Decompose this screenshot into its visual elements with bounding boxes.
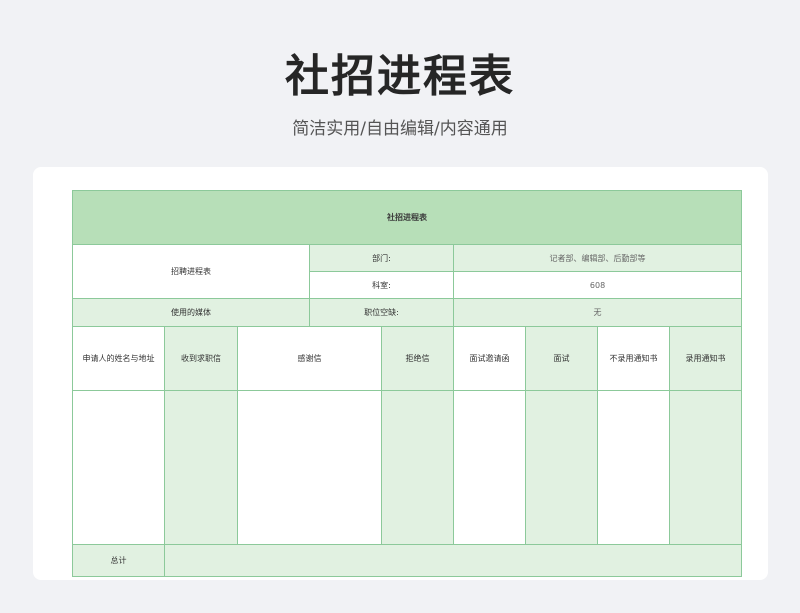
media-label-cell[interactable]: 使用的媒体	[72, 298, 310, 327]
data-cell-rejection[interactable]	[381, 390, 454, 545]
column-header-interview-invite[interactable]: 面试邀请函	[453, 326, 526, 391]
vacancy-label-cell[interactable]: 职位空缺:	[309, 298, 454, 327]
recruit-label-cell[interactable]: 招聘进程表	[72, 244, 310, 299]
column-header-thanks[interactable]: 感谢信	[237, 326, 382, 391]
recruitment-sheet: 社招进程表 招聘进程表 部门: 记者部、编辑部、后勤部等 科室: 608 使用的…	[71, 190, 743, 577]
room-value-cell[interactable]: 608	[452, 271, 743, 299]
dept-value-cell[interactable]: 记者部、编辑部、后勤部等	[452, 244, 743, 272]
column-header-no-hire[interactable]: 不录用通知书	[597, 326, 670, 391]
data-cell-interview-invite[interactable]	[453, 390, 526, 545]
data-cell-interview[interactable]	[525, 390, 598, 545]
sheet-title[interactable]: 社招进程表	[71, 190, 743, 245]
page-title: 社招进程表	[285, 51, 515, 102]
data-cell-hire[interactable]	[668, 390, 743, 545]
column-header-interview[interactable]: 面试	[525, 326, 598, 391]
total-label-cell[interactable]: 总计	[72, 544, 165, 577]
column-header-hire[interactable]: 录用通知书	[668, 326, 743, 391]
column-header-received[interactable]: 收到求职信	[164, 326, 238, 391]
data-cell-applicant[interactable]	[72, 390, 165, 545]
dept-label-cell[interactable]: 部门:	[309, 244, 454, 272]
data-cell-received[interactable]	[164, 390, 238, 545]
page-subtitle: 简洁实用/自由编辑/内容通用	[292, 119, 508, 139]
total-value-cell[interactable]	[163, 544, 743, 577]
room-label-cell[interactable]: 科室:	[309, 271, 454, 299]
data-cell-thanks[interactable]	[237, 390, 382, 545]
column-header-applicant[interactable]: 申请人的姓名与地址	[72, 326, 165, 391]
data-cell-no-hire[interactable]	[597, 390, 670, 545]
vacancy-value-cell[interactable]: 无	[452, 298, 743, 327]
column-header-rejection[interactable]: 拒绝信	[381, 326, 454, 391]
